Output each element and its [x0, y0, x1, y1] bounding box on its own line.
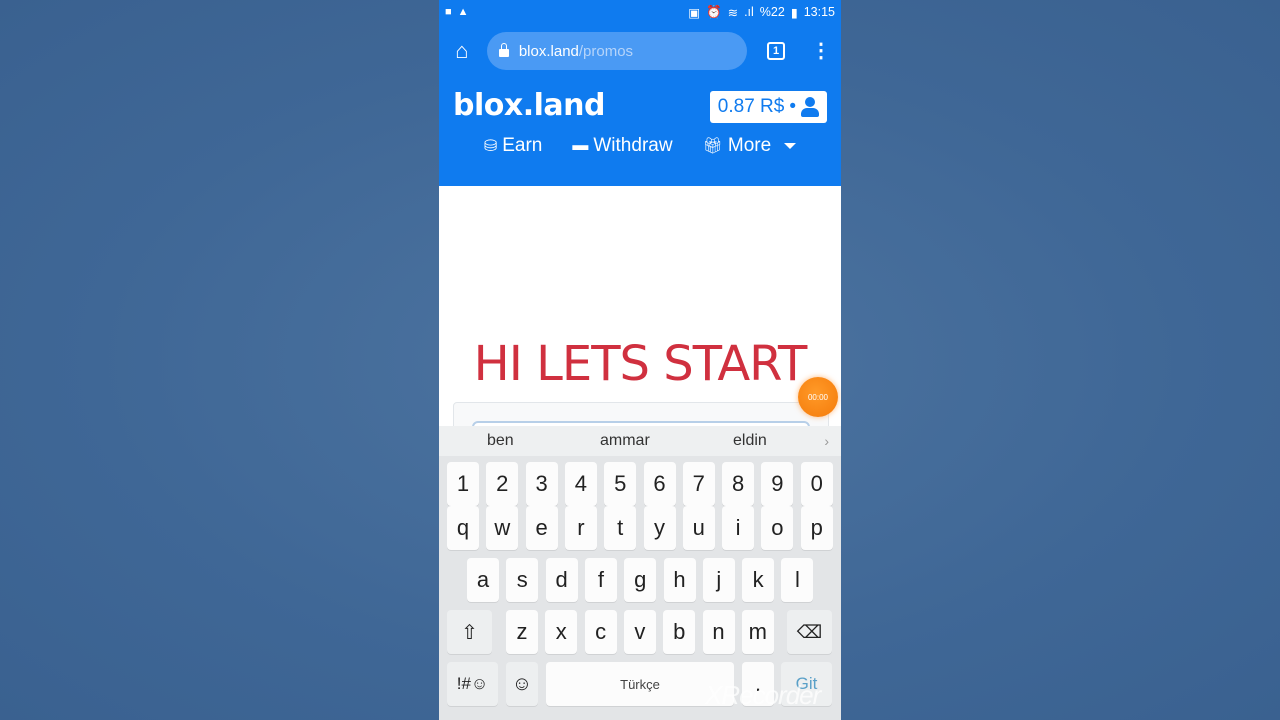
key-6[interactable]: 6	[643, 462, 676, 506]
key-x[interactable]: x	[545, 610, 578, 654]
nav-more-label: More	[727, 135, 772, 156]
balance-button[interactable]: 0.87 R$ •	[709, 91, 827, 123]
nav-withdraw-label: Withdraw	[593, 135, 673, 156]
url-domain: blox.land	[518, 42, 579, 60]
number-row: 1234567890	[439, 462, 841, 506]
key-w[interactable]: w	[486, 506, 519, 550]
nav-withdraw[interactable]: ▬ Withdraw	[572, 135, 672, 157]
user-icon	[801, 97, 819, 117]
tab-switcher-button[interactable]: 1	[767, 42, 786, 60]
home-icon[interactable]: ⌂	[449, 38, 475, 64]
key-v[interactable]: v	[623, 610, 656, 654]
promo-headline: HI LETS START	[473, 336, 808, 392]
balance-value: 0.87 R$	[717, 96, 785, 117]
browser-toolbar: ⌂ blox.land/promos 1 ⋮	[439, 24, 841, 78]
bottom-row: !#☺ ☺ Türkçe . Git	[439, 662, 841, 706]
suggestion-item[interactable]: ben	[487, 432, 514, 450]
go-key[interactable]: Git	[781, 662, 832, 706]
suggestion-item[interactable]: ammar	[600, 432, 650, 450]
suggestion-item[interactable]: eldin	[733, 432, 767, 450]
wifi-icon: ≋	[727, 5, 739, 20]
key-8[interactable]: 8	[722, 462, 755, 506]
space-key[interactable]: Türkçe	[546, 662, 734, 706]
recorder-timer-button[interactable]: 00:00	[798, 377, 838, 417]
key-q[interactable]: q	[447, 506, 479, 550]
emoji-key[interactable]: ☺	[506, 662, 538, 706]
battery-icon: ▮	[790, 5, 798, 20]
key-n[interactable]: n	[702, 610, 735, 654]
key-d[interactable]: d	[545, 558, 578, 602]
key-a[interactable]: a	[467, 558, 499, 602]
key-f[interactable]: f	[584, 558, 617, 602]
key-e[interactable]: e	[525, 506, 558, 550]
alarm-icon: ⏰	[706, 4, 722, 19]
key-l[interactable]: l	[781, 558, 814, 602]
nav-earn-label: Earn	[502, 135, 543, 156]
key-7[interactable]: 7	[682, 462, 715, 506]
status-bar: ■ ▲ ▣ ⏰ ≋ .ıl %22 ▮ 13:15	[439, 0, 841, 24]
key-0[interactable]: 0	[800, 462, 833, 506]
battery-percent: %22	[759, 5, 785, 19]
signal-icon: .ıl	[744, 5, 754, 19]
key-c[interactable]: c	[584, 610, 617, 654]
letter-row-3: ⇧ ⌫ zxcvbnm	[439, 610, 841, 654]
key-1[interactable]: 1	[447, 462, 479, 506]
site-nav: ⛁ Earn ▬ Withdraw 🎁︎ More	[453, 135, 827, 157]
key-o[interactable]: o	[761, 506, 794, 550]
video-icon: ■	[445, 6, 452, 18]
key-p[interactable]: p	[800, 506, 833, 550]
caret-down-icon	[784, 143, 797, 149]
clock: 13:15	[803, 5, 835, 19]
letter-row-2: asdfghjkl	[439, 558, 841, 602]
balance-separator: •	[789, 96, 796, 117]
site-header: blox.land 0.87 R$ • ⛁ Earn ▬ Withdraw 🎁︎…	[439, 78, 841, 186]
backspace-key[interactable]: ⌫	[787, 610, 832, 654]
letter-row-1: qwertyuiop	[439, 506, 841, 550]
warning-icon: ▲	[457, 6, 469, 18]
phone-screen: ■ ▲ ▣ ⏰ ≋ .ıl %22 ▮ 13:15 ⌂ blox.land/pr…	[439, 0, 841, 720]
credit-card-icon: ▬	[572, 137, 589, 154]
key-g[interactable]: g	[624, 558, 657, 602]
shift-icon: ⇧	[461, 621, 478, 644]
nav-more[interactable]: 🎁︎ More	[703, 135, 797, 157]
url-bar[interactable]: blox.land/promos	[486, 32, 748, 70]
emoji-icon: ☺	[511, 672, 533, 695]
gift-icon: 🎁︎	[702, 138, 723, 155]
more-menu-icon[interactable]: ⋮	[811, 41, 831, 61]
key-3[interactable]: 3	[525, 462, 558, 506]
key-5[interactable]: 5	[604, 462, 637, 506]
cast-icon: ▣	[688, 5, 700, 20]
key-b[interactable]: b	[663, 610, 696, 654]
key-s[interactable]: s	[506, 558, 539, 602]
key-z[interactable]: z	[506, 610, 538, 654]
page-content: HI LETS START	[439, 186, 841, 442]
key-t[interactable]: t	[604, 506, 637, 550]
key-h[interactable]: h	[663, 558, 696, 602]
key-r[interactable]: r	[564, 506, 597, 550]
nav-earn[interactable]: ⛁ Earn	[484, 135, 543, 157]
key-i[interactable]: i	[722, 506, 755, 550]
url-path: /promos	[578, 42, 634, 60]
shift-key[interactable]: ⇧	[447, 610, 492, 654]
key-k[interactable]: k	[742, 558, 775, 602]
key-j[interactable]: j	[702, 558, 735, 602]
key-m[interactable]: m	[741, 610, 774, 654]
suggestion-bar: ben ammar eldin ›	[439, 426, 841, 456]
key-9[interactable]: 9	[761, 462, 794, 506]
key-y[interactable]: y	[643, 506, 676, 550]
backspace-icon: ⌫	[796, 621, 823, 642]
key-2[interactable]: 2	[486, 462, 519, 506]
key-u[interactable]: u	[682, 506, 715, 550]
symbols-key[interactable]: !#☺	[447, 662, 498, 706]
period-key[interactable]: .	[742, 662, 774, 706]
lock-icon	[498, 43, 509, 57]
key-4[interactable]: 4	[564, 462, 597, 506]
chevron-right-icon[interactable]: ›	[824, 433, 829, 449]
coins-icon: ⛁	[483, 138, 498, 155]
onscreen-keyboard: ben ammar eldin › 1234567890 qwertyuiop …	[439, 426, 841, 720]
